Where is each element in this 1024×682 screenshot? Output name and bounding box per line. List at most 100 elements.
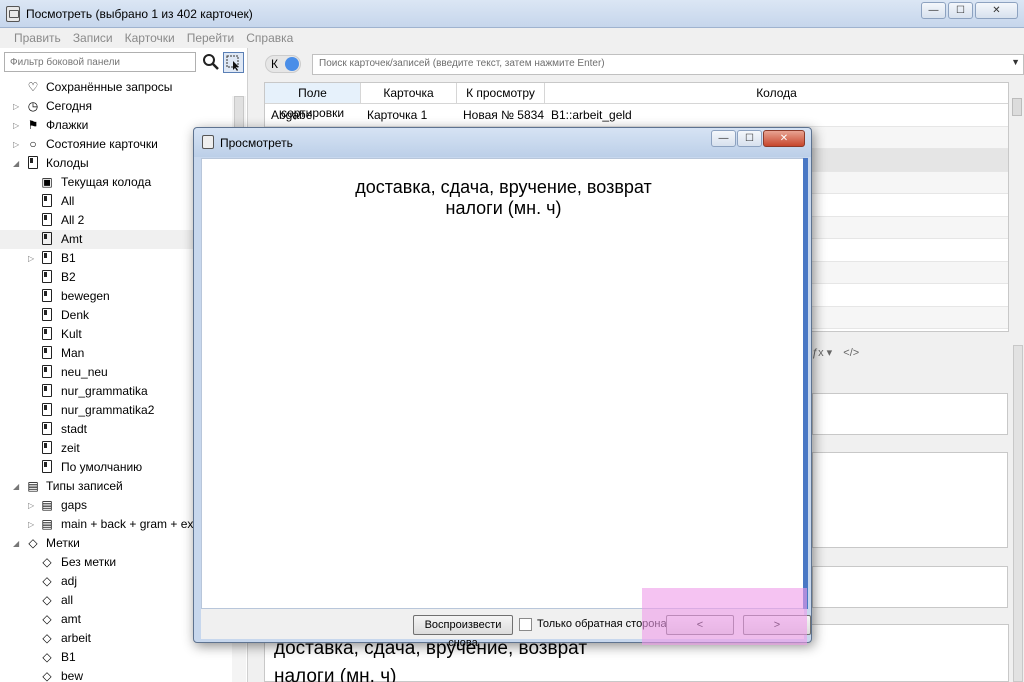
search-icon[interactable] <box>202 53 220 71</box>
note-type-icon: ▤ <box>41 498 53 512</box>
sidebar-item-label: B1 <box>61 251 76 265</box>
back-only-checkbox[interactable] <box>519 618 532 631</box>
chevron-right-icon[interactable]: ▷ <box>13 135 23 154</box>
column-due[interactable]: К просмотру <box>457 83 545 103</box>
chevron-right-icon[interactable]: ▷ <box>28 515 38 534</box>
function-icon[interactable]: ƒx ▾ <box>812 347 832 359</box>
sidebar-item-label: All 2 <box>61 213 85 227</box>
table-cell: B1::arbeit_geld <box>551 108 632 122</box>
sidebar-item-label: Сегодня <box>46 99 92 113</box>
column-sort-field[interactable]: Поле сортировки <box>265 83 361 120</box>
card-text: доставка, сдача, вручение, возврат налог… <box>202 177 805 219</box>
menu-cards[interactable]: Карточки <box>119 28 181 48</box>
sidebar-item-label: all <box>61 593 74 607</box>
field-line: налоги (мн. ч) <box>274 666 397 682</box>
card-line: налоги (мн. ч) <box>445 198 562 218</box>
menu-go[interactable]: Перейти <box>181 28 241 48</box>
deck-icon <box>40 289 54 303</box>
cards-notes-toggle[interactable]: К <box>265 55 301 73</box>
sidebar-item-label: Amt <box>61 232 83 246</box>
editor-field[interactable] <box>812 452 1008 548</box>
editor-field[interactable] <box>812 566 1008 608</box>
sidebar-item-label: B2 <box>61 270 76 284</box>
sidebar-item-label: Kult <box>61 327 82 341</box>
column-deck[interactable]: Колода <box>545 83 1008 103</box>
sidebar-item-label: gaps <box>61 498 88 512</box>
preview-card: доставка, сдача, вручение, возврат налог… <box>201 158 804 609</box>
replay-button[interactable]: Воспроизвести снова <box>413 615 513 649</box>
sidebar-item-label: Man <box>61 346 85 360</box>
flag-icon: ⚑ <box>27 118 39 132</box>
sidebar-item[interactable]: ♡ Сохранённые запросы <box>0 78 232 97</box>
toggle-label: К <box>271 57 278 71</box>
deck-icon <box>40 213 54 227</box>
table-cell: Карточка 1 <box>367 108 428 122</box>
note-type-icon: ▤ <box>41 517 53 531</box>
chevron-down-icon[interactable]: ◢ <box>13 154 23 173</box>
close-button[interactable]: ✕ <box>975 2 1018 19</box>
sidebar-item-label: Сохранённые запросы <box>46 80 173 94</box>
sidebar-item-label: bew <box>61 669 84 682</box>
table-scrollbar[interactable] <box>1010 82 1024 332</box>
chevron-right-icon[interactable]: ▷ <box>13 97 23 116</box>
tag-icon: ◇ <box>42 593 52 607</box>
deck-icon <box>40 422 54 436</box>
highlight-overlay <box>642 588 807 645</box>
tag-icon: ◇ <box>42 650 52 664</box>
deck-icon <box>40 251 54 265</box>
app-icon <box>202 135 214 149</box>
sidebar-item-label: Denk <box>61 308 90 322</box>
sidebar-item[interactable]: ◇ B1 <box>0 648 232 667</box>
chevron-right-icon[interactable]: ▷ <box>28 496 38 515</box>
chevron-right-icon[interactable]: ▷ <box>13 116 23 135</box>
card-line: доставка, сдача, вручение, возврат <box>355 177 652 197</box>
sidebar-item-label: Метки <box>46 536 80 550</box>
deck-icon <box>40 232 54 246</box>
sidebar-item-label: All <box>61 194 75 208</box>
menu-notes[interactable]: Записи <box>67 28 119 48</box>
sidebar-item[interactable]: ◇ bew <box>0 667 232 682</box>
deck-icon <box>40 403 54 417</box>
sidebar-item-label: main + back + gram + exa <box>61 517 201 531</box>
app-icon <box>6 6 20 22</box>
search-placeholder: Поиск карточек/записей (введите текст, з… <box>319 58 605 69</box>
sidebar-item-label: Состояние карточки <box>46 137 158 151</box>
window-title: Посмотреть (выбрано 1 из 402 карточек) <box>26 7 253 21</box>
editor-field[interactable] <box>812 393 1008 435</box>
sidebar-item-label: amt <box>61 612 82 626</box>
search-input[interactable]: Поиск карточек/записей (введите текст, з… <box>312 54 1024 75</box>
menu-edit[interactable]: Править <box>8 28 67 48</box>
sidebar-filter-input[interactable] <box>4 52 196 72</box>
heart-icon: ♡ <box>27 80 39 94</box>
deck-icon <box>40 460 54 474</box>
chevron-down-icon[interactable]: ▼ <box>1011 57 1020 67</box>
tag-icon: ◇ <box>28 536 38 550</box>
column-card[interactable]: Карточка <box>361 83 457 103</box>
deck-icon <box>40 327 54 341</box>
sidebar-item-label: Без метки <box>61 555 117 569</box>
preview-titlebar: Просмотреть — ☐ ✕ <box>194 128 811 157</box>
close-button[interactable]: ✕ <box>763 130 805 147</box>
chevron-down-icon[interactable]: ◢ <box>13 534 23 553</box>
chevron-right-icon[interactable]: ▷ <box>28 249 38 268</box>
tag-icon: ◇ <box>42 631 52 645</box>
sidebar-item-label: B1 <box>61 650 76 664</box>
deck-icon <box>40 384 54 398</box>
maximize-button[interactable]: ☐ <box>737 130 762 147</box>
minimize-button[interactable]: — <box>711 130 736 147</box>
editor-scrollbar[interactable] <box>1012 345 1024 682</box>
chevron-down-icon[interactable]: ◢ <box>13 477 23 496</box>
sidebar-item[interactable]: ▷ ◷ Сегодня <box>0 97 232 116</box>
maximize-button[interactable]: ☐ <box>948 2 973 19</box>
table-header: Поле сортировки Карточка К просмотру Кол… <box>265 83 1008 120</box>
menu-help[interactable]: Справка <box>240 28 299 48</box>
select-tool-icon[interactable] <box>223 52 244 73</box>
sidebar-item-label: Типы записей <box>46 479 123 493</box>
sidebar-item-label: adj <box>61 574 78 588</box>
minimize-button[interactable]: — <box>921 2 946 19</box>
preview-scrollbar[interactable] <box>803 158 808 609</box>
html-editor-icon[interactable]: </> <box>843 347 859 359</box>
table-row[interactable]: Abgabe Карточка 1 Новая № 5834 B1::arbeit_g… <box>265 104 1008 127</box>
editor-toolbar: ƒx ▾ </> <box>812 346 872 364</box>
menu-bar: Править Записи Карточки Перейти Справка <box>0 28 1024 48</box>
